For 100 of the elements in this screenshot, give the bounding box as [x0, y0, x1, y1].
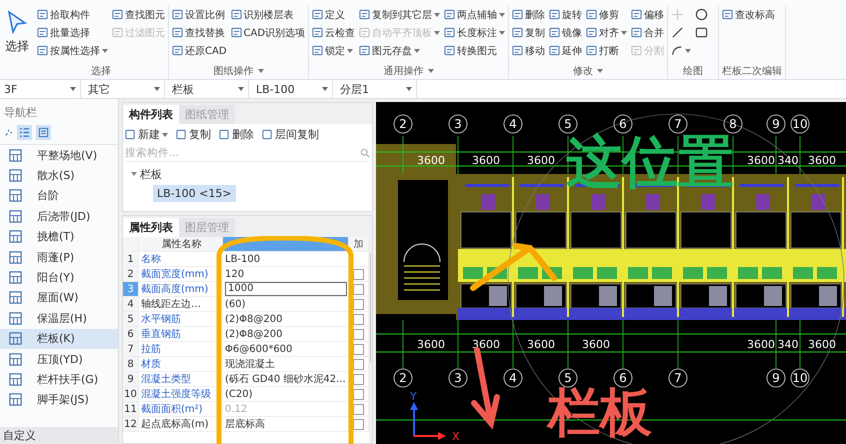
component-icon: [8, 148, 23, 163]
tool-icon: [586, 9, 598, 20]
ribbon-tool-button[interactable]: 查改标高: [722, 6, 776, 23]
nav-item[interactable]: 挑檐(T): [0, 226, 118, 247]
toolbar-button[interactable]: 层间复制: [262, 127, 319, 142]
component-icon: [8, 270, 23, 286]
nav-item[interactable]: 台阶: [0, 186, 118, 206]
search-field[interactable]: 搜索构件...: [125, 145, 360, 161]
ribbon-tool-button[interactable]: 旋转: [549, 6, 582, 23]
group-menu-button[interactable]: 图纸操作: [214, 63, 264, 79]
ribbon-tool-button[interactable]: 长度标注: [444, 24, 506, 41]
scrollbar[interactable]: [369, 237, 372, 443]
ribbon-tool-button[interactable]: 云检查: [312, 24, 356, 41]
property-value: (60): [223, 297, 349, 311]
select-button[interactable]: 选择: [0, 6, 34, 62]
property-value: 0.12: [223, 402, 349, 416]
caret-icon: [102, 48, 108, 52]
nav-item[interactable]: 散水(S): [0, 165, 118, 186]
component-icon: [8, 290, 23, 306]
row-number: 5: [123, 312, 139, 326]
dimension-label: 3600: [747, 154, 775, 167]
axis-number: 9: [772, 371, 780, 385]
ribbon-tool-button[interactable]: 定义: [312, 6, 356, 23]
group-menu-button[interactable]: 栏板二次编辑: [722, 63, 782, 79]
toolbar-button[interactable]: 新建: [125, 127, 168, 142]
ribbon-tool-button[interactable]: 复制: [512, 24, 546, 41]
ribbon-tool-button[interactable]: 复制到其它层: [359, 6, 440, 23]
nav-item[interactable]: 栏板(K): [0, 328, 118, 349]
dimension-label: 340: [778, 154, 798, 167]
dropdown-select[interactable]: 分层1: [336, 80, 417, 98]
checkbox[interactable]: [353, 268, 364, 280]
ribbon-tool-button[interactable]: 转换图元: [444, 42, 506, 59]
ribbon-tool-button[interactable]: 识别楼层表: [230, 6, 306, 23]
nav-item[interactable]: 雨蓬(P): [0, 246, 118, 268]
checkbox[interactable]: [353, 284, 364, 294]
nav-item[interactable]: 平整场地(V): [0, 145, 118, 166]
ribbon-tool-button[interactable]: 两点辅轴: [444, 6, 506, 23]
expand-caret-icon[interactable]: [131, 172, 137, 176]
ribbon-tool-button[interactable]: 镜像: [549, 24, 582, 41]
ribbon-tool-button[interactable]: 锁定: [312, 42, 356, 59]
header-cell: 属性名称: [139, 237, 223, 251]
ribbon-tool-button[interactable]: 拾取构件: [37, 6, 108, 23]
row-number: 10: [123, 387, 139, 401]
ribbon-tool-button[interactable]: 批量选择: [37, 24, 108, 41]
tree-item[interactable]: 栏板: [140, 166, 162, 182]
toolbar-button[interactable]: 删除: [219, 127, 254, 142]
tool-icon: [444, 9, 456, 20]
checkbox[interactable]: [353, 328, 364, 340]
ribbon-tool-button[interactable]: 对齐: [586, 24, 628, 41]
panel-tab[interactable]: 属性列表: [123, 218, 179, 237]
nav-item[interactable]: 屋面(W): [0, 288, 118, 308]
tree-item[interactable]: LB-100 <15>: [153, 184, 236, 202]
ribbon-tool-button[interactable]: 按属性选择: [37, 42, 108, 59]
nav-item[interactable]: 栏杆扶手(G): [0, 369, 118, 390]
panel-tab[interactable]: 构件列表: [123, 105, 179, 124]
property-value: LB-100: [223, 252, 349, 266]
checkbox[interactable]: [353, 374, 364, 384]
ribbon-tool-button[interactable]: 偏移: [631, 6, 664, 23]
ribbon-tool-button[interactable]: 删除: [512, 6, 546, 23]
nav-item[interactable]: 脚手架(JS): [0, 390, 118, 410]
sparkle-icon: [4, 128, 13, 137]
group-menu-button[interactable]: 通用操作: [384, 63, 434, 79]
checkbox[interactable]: [353, 418, 364, 430]
ribbon-tool-button[interactable]: 查找替换: [172, 24, 227, 41]
ribbon-tool-button[interactable]: 还原CAD: [172, 42, 227, 59]
axis-number: 5: [564, 117, 572, 131]
group-menu-button[interactable]: 修改: [573, 63, 604, 79]
ribbon-tool-button[interactable]: 修剪: [586, 6, 628, 23]
dropdown-select[interactable]: 其它: [84, 80, 165, 98]
checkbox[interactable]: [353, 298, 364, 310]
checkbox[interactable]: [353, 314, 364, 324]
property-name: 名称: [139, 252, 223, 266]
tool-icon: [172, 45, 183, 56]
ribbon-tool-button[interactable]: 延伸: [549, 42, 582, 59]
ribbon-tool-button[interactable]: 图元存盘: [359, 42, 440, 59]
toolbar-button[interactable]: 复制: [176, 127, 211, 142]
row-number: 12: [123, 417, 139, 431]
view-toggle-button[interactable]: [17, 125, 32, 140]
checkbox[interactable]: [353, 388, 364, 400]
ribbon-tool-button[interactable]: 设置比例: [172, 6, 227, 23]
tool-icon: [631, 45, 642, 56]
dropdown-select[interactable]: 栏板: [168, 80, 249, 98]
ribbon-tool-button[interactable]: CAD识别选项: [230, 24, 306, 41]
ribbon-tool-button[interactable]: 合并: [631, 24, 664, 41]
dropdown-select[interactable]: LB-100: [252, 80, 333, 98]
ribbon-tool-button[interactable]: 打断: [586, 42, 628, 59]
view-toggle-button[interactable]: [36, 125, 51, 140]
ribbon-tool-button[interactable]: 查找图元: [112, 6, 165, 23]
nav-item[interactable]: 压顶(YD): [0, 348, 118, 370]
dropdown-select[interactable]: 3F: [0, 80, 81, 98]
ribbon-tool-button[interactable]: 移动: [512, 42, 546, 59]
checkbox[interactable]: [353, 358, 364, 370]
nav-item[interactable]: 后浇带(JD): [0, 206, 118, 227]
nav-item[interactable]: 阳台(Y): [0, 267, 118, 288]
nav-item[interactable]: 保温层(H): [0, 308, 118, 329]
group-menu-button[interactable]: 选择: [91, 63, 111, 79]
checkbox[interactable]: [353, 344, 364, 354]
property-value[interactable]: 1000: [223, 282, 349, 296]
group-menu-button[interactable]: 绘图: [683, 63, 704, 79]
section-header[interactable]: 自定义: [0, 427, 118, 444]
